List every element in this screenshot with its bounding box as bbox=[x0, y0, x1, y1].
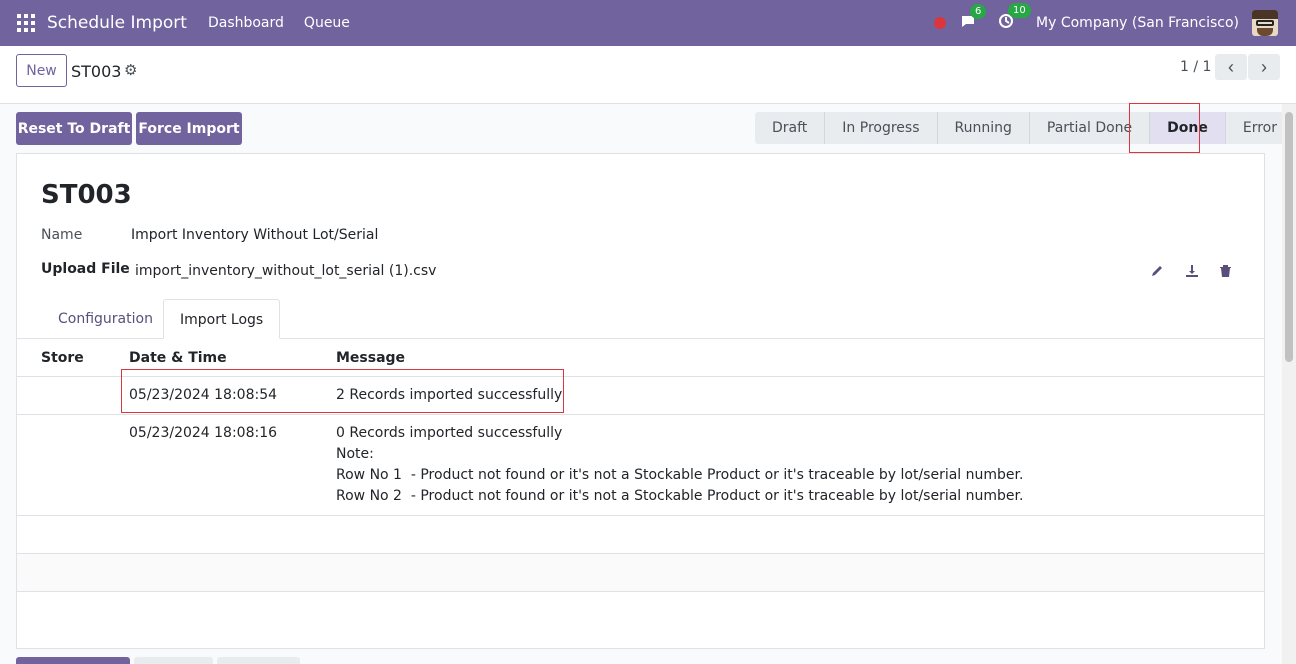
row-message-line: 0 Records imported successfully bbox=[336, 425, 563, 441]
control-panel: New ST003 ⚙ 1 / 1 ‹ › bbox=[0, 46, 1296, 104]
pager-next-button[interactable]: › bbox=[1248, 54, 1280, 80]
tab-configuration[interactable]: Configuration bbox=[42, 299, 169, 339]
pager-previous-button[interactable]: ‹ bbox=[1215, 54, 1247, 80]
new-button[interactable]: New bbox=[16, 54, 67, 87]
breadcrumb: ST003 bbox=[71, 62, 122, 81]
column-store[interactable]: Store bbox=[41, 350, 84, 366]
company-switcher[interactable]: My Company (San Francisco) bbox=[1036, 15, 1239, 31]
name-value[interactable]: Import Inventory Without Lot/Serial bbox=[131, 227, 378, 243]
gear-icon[interactable]: ⚙ bbox=[124, 61, 137, 79]
upload-file-label: Upload File bbox=[41, 261, 130, 277]
stage-running[interactable]: Running bbox=[938, 112, 1030, 144]
stage-in-progress[interactable]: In Progress bbox=[825, 112, 938, 144]
messages-icon[interactable]: 6 bbox=[960, 3, 987, 33]
app-title[interactable]: Schedule Import bbox=[47, 13, 187, 33]
column-message[interactable]: Message bbox=[336, 350, 405, 366]
user-avatar[interactable] bbox=[1252, 10, 1278, 36]
bottom-tertiary-button[interactable] bbox=[217, 657, 300, 664]
row-message: 2 Records imported successfully bbox=[336, 387, 563, 403]
activities-badge: 10 bbox=[1008, 3, 1031, 18]
apps-menu-icon[interactable] bbox=[17, 14, 35, 32]
upload-file-value[interactable]: import_inventory_without_lot_serial (1).… bbox=[135, 263, 436, 279]
reset-to-draft-button[interactable]: Reset To Draft bbox=[16, 112, 132, 145]
row-message-line: Row No 1 - Product not found or it's not… bbox=[336, 467, 1024, 483]
empty-row bbox=[17, 515, 1264, 553]
activities-icon[interactable]: 10 bbox=[998, 3, 1031, 33]
trash-icon[interactable] bbox=[1219, 264, 1232, 282]
form-sheet: ST003 Name Import Inventory Without Lot/… bbox=[16, 153, 1265, 649]
menu-queue[interactable]: Queue bbox=[304, 15, 350, 31]
tab-import-logs[interactable]: Import Logs bbox=[163, 299, 281, 339]
download-icon[interactable] bbox=[1185, 264, 1199, 282]
row-message-line: Row No 2 - Product not found or it's not… bbox=[336, 488, 1024, 504]
name-label: Name bbox=[41, 227, 83, 243]
notebook-tabs: Configuration Import Logs bbox=[17, 299, 1264, 339]
empty-row bbox=[17, 553, 1264, 591]
empty-row bbox=[17, 591, 1264, 629]
row-datetime: 05/23/2024 18:08:16 bbox=[129, 425, 278, 441]
stage-done[interactable]: Done bbox=[1150, 112, 1226, 144]
row-message-line: Note: bbox=[336, 446, 374, 462]
column-date-time[interactable]: Date & Time bbox=[129, 350, 227, 366]
scrollbar[interactable] bbox=[1282, 104, 1296, 664]
top-navbar: Schedule Import Dashboard Queue 6 10 My … bbox=[0, 0, 1296, 46]
scrollbar-thumb[interactable] bbox=[1285, 112, 1293, 362]
table-row[interactable]: 05/23/2024 18:08:54 2 Records imported s… bbox=[17, 376, 1264, 414]
pager-value[interactable]: 1 / 1 bbox=[1180, 59, 1211, 75]
stage-draft[interactable]: Draft bbox=[755, 112, 826, 144]
edit-icon[interactable] bbox=[1150, 264, 1164, 282]
record-title: ST003 bbox=[41, 180, 132, 210]
force-import-button[interactable]: Force Import bbox=[136, 112, 242, 145]
messages-badge: 6 bbox=[970, 3, 987, 19]
menu-dashboard[interactable]: Dashboard bbox=[208, 15, 284, 31]
stage-partial-done[interactable]: Partial Done bbox=[1030, 112, 1151, 144]
statusbar: Draft In Progress Running Partial Done D… bbox=[755, 112, 1294, 144]
bottom-primary-button[interactable] bbox=[16, 657, 130, 664]
table-row[interactable]: 05/23/2024 18:08:16 0 Records imported s… bbox=[17, 414, 1264, 515]
recording-indicator-icon[interactable] bbox=[934, 17, 947, 29]
bottom-secondary-button[interactable] bbox=[134, 657, 213, 664]
row-datetime: 05/23/2024 18:08:54 bbox=[129, 387, 278, 403]
